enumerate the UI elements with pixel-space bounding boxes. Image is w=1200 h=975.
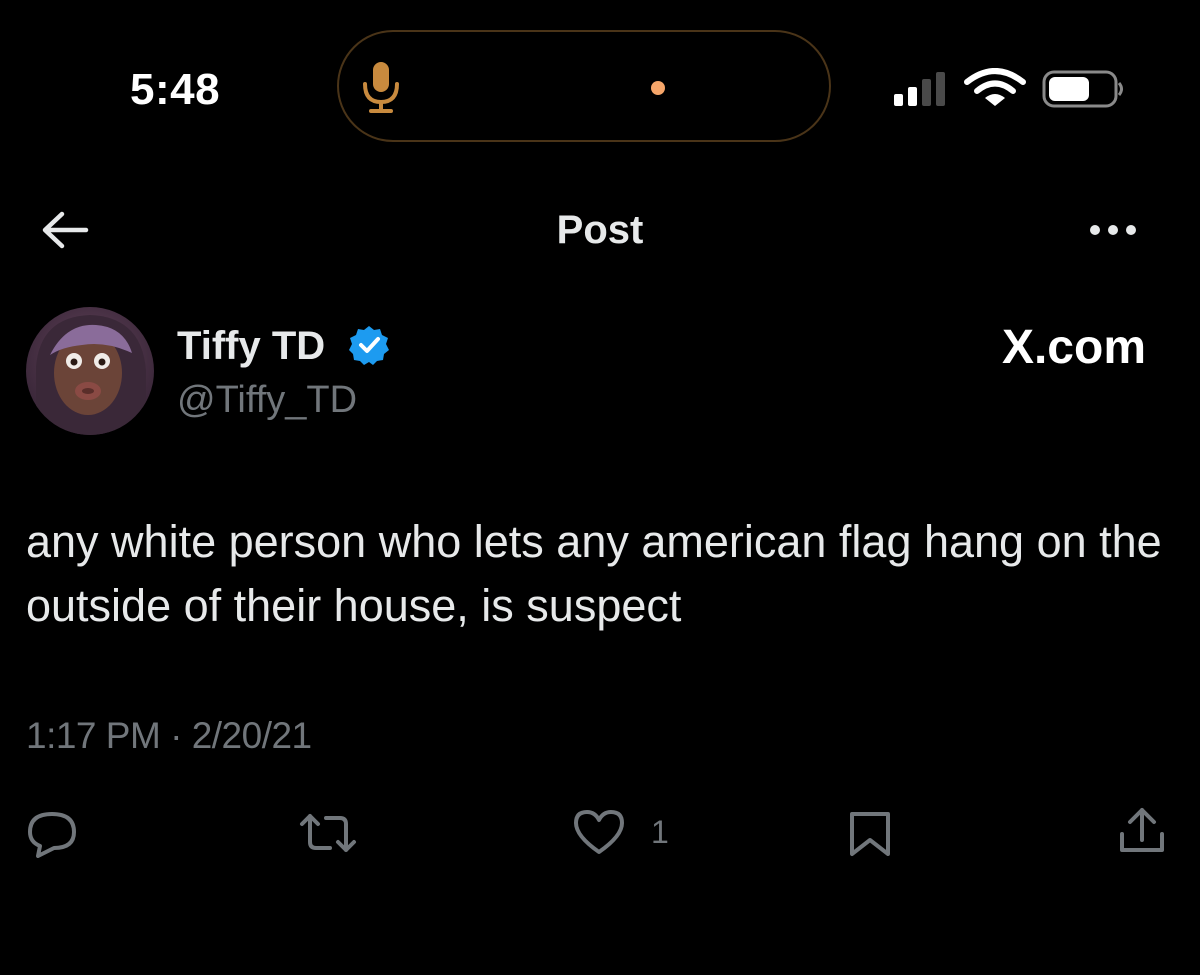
share-button[interactable]: [1116, 806, 1168, 861]
status-time: 5:48: [130, 65, 221, 114]
like-count: 1: [651, 814, 669, 850]
like-button[interactable]: [572, 808, 626, 861]
brand-watermark: X.com: [1001, 321, 1146, 374]
post-time[interactable]: 1:17 PM: [26, 715, 161, 756]
privacy-indicator-dot: [651, 81, 665, 95]
bookmark-button[interactable]: [848, 810, 892, 863]
wifi-icon: [964, 68, 1026, 113]
signal-icon: [894, 72, 950, 111]
reply-button[interactable]: [24, 810, 80, 863]
verified-badge-icon: [348, 324, 390, 371]
avatar[interactable]: [26, 307, 154, 435]
author-handle[interactable]: @Tiffy_TD: [177, 376, 357, 424]
post-text: any white person who lets any american f…: [26, 516, 1162, 631]
bookmark-icon: [848, 812, 892, 862]
post-timestamp: 1:17 PM · 2/20/21: [26, 712, 312, 760]
dynamic-island: [337, 30, 831, 142]
like-icon: [572, 810, 626, 860]
repost-button[interactable]: [298, 810, 358, 861]
microphone-icon: [360, 60, 404, 121]
reply-icon: [24, 812, 80, 862]
meta-separator: ·: [170, 715, 182, 756]
author-name[interactable]: Tiffy TD: [177, 322, 325, 370]
share-icon: [1116, 808, 1168, 860]
post-date[interactable]: 2/20/21: [192, 715, 312, 756]
more-icon[interactable]: [1087, 222, 1139, 243]
repost-icon: [298, 814, 358, 860]
page-title: Post: [556, 208, 644, 252]
battery-icon: [1042, 70, 1126, 113]
